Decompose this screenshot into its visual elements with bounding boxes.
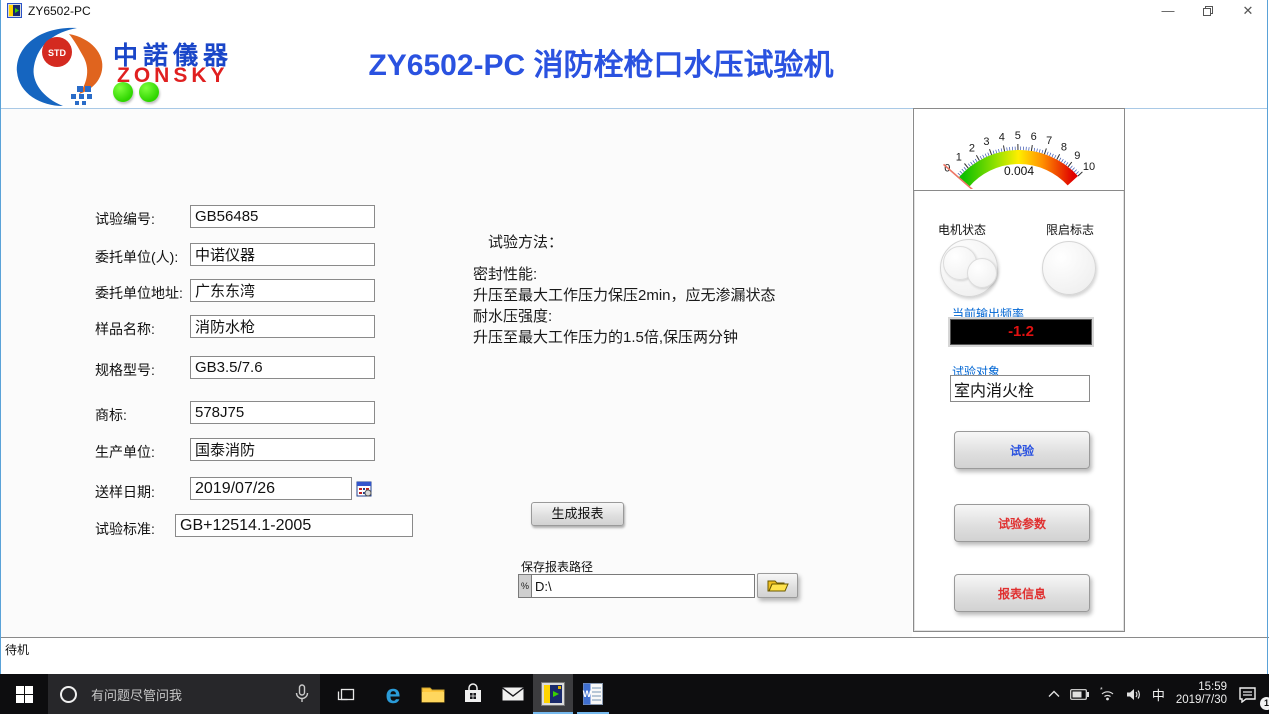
svg-text:STD: STD [48, 48, 67, 58]
test-standard-input[interactable] [175, 514, 413, 537]
report-info-button[interactable]: 报表信息 [954, 574, 1090, 612]
test-button[interactable]: 试验 [954, 431, 1090, 469]
system-tray: * 中 15:59 2019/7/30 1 [1043, 674, 1269, 714]
file-explorer-icon[interactable] [413, 674, 453, 714]
tray-date: 2019/7/30 [1176, 694, 1227, 707]
svg-text:5: 5 [1015, 130, 1021, 142]
cortana-icon [60, 686, 77, 703]
save-path-input[interactable] [531, 574, 755, 598]
svg-text:6: 6 [1031, 131, 1037, 143]
window-title: ZY6502-PC [28, 4, 91, 18]
window-border-right [1267, 0, 1268, 674]
manufacturer-input[interactable] [190, 438, 375, 461]
field-label: 送样日期: [95, 482, 155, 502]
battery-icon[interactable] [1065, 674, 1094, 714]
status-text: 待机 [5, 641, 29, 658]
generate-report-button[interactable]: 生成报表 [531, 502, 624, 526]
gauge-svg: 0123456789100.004 [916, 110, 1122, 189]
task-view-button[interactable] [326, 674, 366, 714]
start-button[interactable] [0, 674, 48, 714]
svg-text:4: 4 [999, 132, 1005, 144]
field-label: 样品名称: [95, 319, 155, 339]
svg-text:W: W [583, 689, 592, 699]
method-line: 密封性能: [473, 264, 776, 285]
method-heading: 试验方法： [488, 231, 563, 252]
windows-logo-icon [16, 686, 33, 703]
field-label: 委托单位(人): [95, 247, 178, 267]
tray-time: 15:59 [1176, 681, 1227, 694]
store-icon[interactable] [453, 674, 493, 714]
svg-text:9: 9 [1074, 150, 1080, 162]
calendar-icon[interactable] [356, 481, 372, 502]
open-folder-icon [767, 578, 789, 593]
test-object-input[interactable] [950, 375, 1090, 402]
edge-browser-icon[interactable]: e [373, 674, 413, 714]
field-label: 商标: [95, 405, 127, 425]
field-label: 规格型号: [95, 360, 155, 380]
logo-english-text: ZONSKY [117, 64, 229, 88]
tray-clock[interactable]: 15:59 2019/7/30 [1170, 681, 1233, 707]
svg-text:0.004: 0.004 [1004, 164, 1034, 178]
status-divider [0, 637, 1269, 638]
spec-model-input[interactable] [190, 356, 375, 379]
motor-status-indicator [940, 239, 998, 297]
trademark-input[interactable] [190, 401, 375, 424]
sample-date-input[interactable] [190, 477, 352, 500]
method-line: 升压至最大工作压力保压2min，应无渗漏状态 [473, 285, 776, 306]
svg-text:7: 7 [1046, 135, 1052, 147]
word-document-app-icon[interactable]: W [573, 674, 613, 714]
title-bar: ZY6502-PC — ✕ [0, 0, 1269, 22]
client-input[interactable] [190, 243, 375, 266]
limit-flag-indicator [1042, 241, 1096, 295]
svg-text:3: 3 [983, 136, 989, 148]
volume-icon[interactable] [1121, 674, 1147, 714]
mail-icon[interactable] [493, 674, 533, 714]
logo-green-dot-2 [139, 82, 159, 102]
ime-indicator[interactable]: 中 [1147, 674, 1170, 714]
svg-text:2: 2 [969, 142, 975, 154]
search-box[interactable]: 有问题尽管问我 [48, 674, 320, 714]
page-title: ZY6502-PC 消防栓枪口水压试验机 [301, 40, 901, 84]
field-label: 试验标准: [95, 519, 155, 539]
svg-text:10: 10 [1083, 161, 1095, 173]
app-icon [7, 3, 22, 23]
zonsky-logo: STD [7, 24, 117, 113]
pressure-gauge: 0123456789100.004 [914, 109, 1124, 191]
tray-expand-chevron-icon[interactable] [1043, 674, 1065, 714]
field-label: 试验编号: [95, 209, 155, 229]
labview-app-icon[interactable] [533, 674, 573, 714]
taskbar: 有问题尽管问我 e W [0, 674, 1269, 714]
minimize-button[interactable]: — [1151, 0, 1185, 22]
svg-text:1: 1 [956, 152, 962, 164]
window-border-left [0, 0, 1, 674]
sample-name-input[interactable] [190, 315, 375, 338]
browse-folder-button[interactable] [757, 573, 798, 598]
frequency-display: -1.2 [950, 319, 1092, 345]
save-path-label: 保存报表路径 [521, 558, 593, 575]
microphone-icon[interactable] [294, 684, 310, 709]
logo-green-dot-1 [113, 82, 133, 102]
header: STD 中諾儀器 ZONSKY ZY6502-PC 消防栓枪口水压试验机 [1, 22, 1268, 108]
path-control-icon: % [518, 574, 531, 598]
app-window: ZY6502-PC — ✕ STD 中諾儀器 ZONSKY ZY6 [0, 0, 1269, 714]
limit-flag-label: 限启标志 [1046, 221, 1094, 238]
notification-badge: 1 [1260, 697, 1269, 710]
field-label: 委托单位地址: [95, 283, 183, 303]
method-text: 密封性能: 升压至最大工作压力保压2min，应无渗漏状态 耐水压强度: 升压至最… [473, 264, 776, 348]
wifi-icon[interactable]: * [1094, 674, 1121, 714]
action-center-icon[interactable]: 1 [1233, 674, 1269, 714]
motor-status-label: 电机状态 [938, 221, 986, 238]
svg-text:8: 8 [1061, 141, 1067, 153]
field-label: 生产单位: [95, 442, 155, 462]
client-address-input[interactable] [190, 279, 375, 302]
method-line: 耐水压强度: [473, 306, 776, 327]
control-panel: 0123456789100.004 电机状态 限启标志 当前输出频率 -1.2 … [913, 108, 1125, 632]
search-placeholder: 有问题尽管问我 [91, 685, 182, 704]
method-line: 升压至最大工作压力的1.5倍,保压两分钟 [473, 327, 776, 348]
close-button[interactable]: ✕ [1231, 0, 1265, 22]
test-number-input[interactable] [190, 205, 375, 228]
test-params-button[interactable]: 试验参数 [954, 504, 1090, 542]
maximize-button[interactable] [1191, 0, 1225, 22]
